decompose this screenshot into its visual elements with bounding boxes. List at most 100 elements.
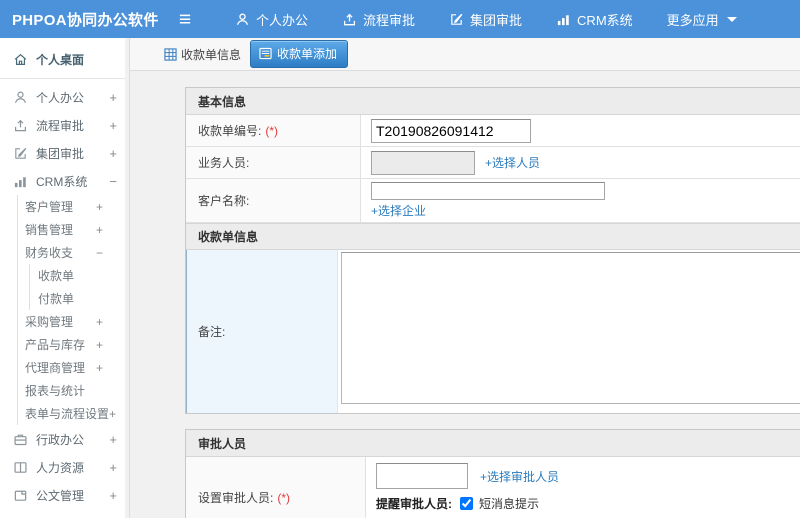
sms-remind-checkbox[interactable] [460,497,473,510]
table-icon [164,47,177,61]
sidebar-item-receipt[interactable]: 收款单 [30,264,129,287]
remind-approver-line: 提醒审批人员: 短消息提示 [376,495,539,512]
section-title-approver: 审批人员 [186,430,800,457]
expand-icon[interactable]: + [96,361,103,375]
expand-icon[interactable]: + [109,90,117,105]
sidebar-item-crm-system[interactable]: CRM系统 − [0,167,129,195]
divider [0,78,129,79]
sidebar-item-sales-mgmt[interactable]: 销售管理 + [18,218,129,241]
sidebar-item-label: 产品与库存 [25,338,86,352]
sidebar-item-label: 表单与流程设置 [25,407,110,421]
form-row-receipt-no: 收款单编号: (*) 收款单 [186,115,800,147]
topnav-group-approval[interactable]: 集团审批 [432,10,539,29]
main-layout: 个人桌面 个人办公 + 流程审批 + 集团审批 + CRM系统 − 客户管理 + [0,38,800,518]
topnav-crm-system[interactable]: CRM系统 [539,10,650,29]
remark-textarea[interactable] [341,252,800,404]
expand-icon[interactable]: + [109,432,117,447]
sidebar-item-finance[interactable]: 财务收支 − [18,241,129,264]
form-content: 基本信息 收款单编号: (*) 收款单 业务人员: +选择人员 [130,71,800,518]
sidebar-item-agent-mgmt[interactable]: 代理商管理 + [18,356,129,379]
tab-receipt-add-active[interactable]: 收款单添加 [250,40,349,68]
chart-icon [14,176,26,187]
sidebar-item-label: 报表与统计 [25,384,86,398]
required-mark: (*) [277,490,291,505]
set-approver-label: 设置审批人员: (*) [186,457,366,518]
form-row-remark: 备注: [186,250,800,413]
sidebar-toggle-icon[interactable]: ≡ [168,9,202,30]
caret-down-icon [726,16,737,22]
expand-icon[interactable]: + [109,460,117,475]
remark-label: 备注: [186,250,338,413]
briefcase-icon [14,434,27,445]
book-icon [14,461,27,473]
sidebar-item-purchase-mgmt[interactable]: 采购管理 + [18,310,129,333]
sidebar-item-label: 个人办公 [36,90,85,105]
select-company-link[interactable]: +选择企业 [371,202,426,219]
upload-icon [15,119,26,131]
form-add-icon [259,47,272,60]
collapse-icon[interactable]: − [96,246,103,260]
sidebar-item-label: 代理商管理 [25,361,86,375]
app-logo: PHPOA协同办公软件 [12,11,159,29]
sidebar-item-admin-office[interactable]: 行政办公 + [0,425,129,453]
tab-label: 收款单信息 [181,47,242,62]
sidebar-item-group-approval[interactable]: 集团审批 + [0,139,129,167]
topnav-more-apps[interactable]: 更多应用 [650,10,754,29]
expand-icon[interactable]: + [96,200,103,214]
tab-receipt-info[interactable]: 收款单信息 [164,46,241,63]
form-row-salesman: 业务人员: +选择人员 金额: [186,147,800,179]
sidebar-item-reports-stats[interactable]: 报表与统计 [18,379,129,402]
collapse-icon[interactable]: − [109,174,117,189]
sidebar-item-label: 收款单 [38,269,75,283]
remark-cell [338,250,800,413]
remind-approver-label: 提醒审批人员: [376,497,452,511]
approver-input[interactable] [376,463,468,489]
sms-remind-label: 短消息提示 [479,497,540,511]
form-row-customer: 客户名称: +选择企业 [186,179,800,223]
required-mark: (*) [265,123,279,138]
sidebar-item-form-flow-settings[interactable]: 表单与流程设置 + [18,402,129,425]
main-area: 收款单信息 收款单添加 基本信息 收款单编号: (*) T20190826091… [130,38,800,518]
sidebar-item-label: CRM系统 [36,174,88,189]
finance-submenu: 收款单 付款单 [29,264,129,310]
sidebar-item-payment[interactable]: 付款单 [30,287,129,310]
topnav-label: 更多应用 [666,12,719,28]
tab-bar: 收款单信息 收款单添加 [130,38,800,71]
select-person-link[interactable]: +选择人员 [485,154,540,171]
topnav-workflow-approval[interactable]: 流程审批 [325,10,432,29]
sidebar-item-label: 财务收支 [25,246,74,260]
sidebar-item-personal-desktop[interactable]: 个人桌面 [0,44,129,74]
sidebar-item-label: 集团审批 [36,146,85,161]
customer-input[interactable] [371,182,605,200]
edit-icon [15,147,27,159]
sidebar-scrollbar[interactable] [125,38,129,518]
sidebar-item-customer-mgmt[interactable]: 客户管理 + [18,195,129,218]
expand-icon[interactable]: + [109,118,117,133]
topnav-personal-office[interactable]: 个人办公 [218,10,325,29]
sidebar-item-workflow-approval[interactable]: 流程审批 + [0,111,129,139]
set-approver-cell: +选择审批人员 提醒审批人员: 短消息提示 注：流程第一步审批人员，这里选择你的… [366,457,800,518]
expand-icon[interactable]: + [96,338,103,352]
doc-icon [14,490,27,501]
expand-icon[interactable]: + [96,315,103,329]
user-icon [14,91,27,103]
section-title-receipt-info: 收款单信息 [186,223,800,250]
upload-icon [343,13,356,25]
sidebar-item-label: 付款单 [38,292,75,306]
sidebar-item-label: 个人桌面 [36,52,85,67]
sidebar-item-human-resources[interactable]: 人力资源 + [0,453,129,481]
sidebar-item-document-mgmt[interactable]: 公文管理 + [0,481,129,509]
receipt-no-input[interactable] [371,118,531,143]
crm-submenu: 客户管理 + 销售管理 + 财务收支 − 收款单 付款单 采购管理 + 产品与库… [17,195,129,425]
salesman-input[interactable] [371,150,475,175]
expand-icon[interactable]: + [109,488,117,503]
select-approver-link[interactable]: +选择审批人员 [480,468,559,485]
expand-icon[interactable]: + [109,146,117,161]
expand-icon[interactable]: + [109,407,116,421]
customer-cell: +选择企业 [361,179,800,222]
sidebar-item-product-inventory[interactable]: 产品与库存 + [18,333,129,356]
top-nav: 个人办公 流程审批 集团审批 CRM系统 更多应用 [218,10,754,29]
sidebar-item-personal-office[interactable]: 个人办公 + [0,83,129,111]
expand-icon[interactable]: + [96,223,103,237]
user-icon [236,12,249,25]
